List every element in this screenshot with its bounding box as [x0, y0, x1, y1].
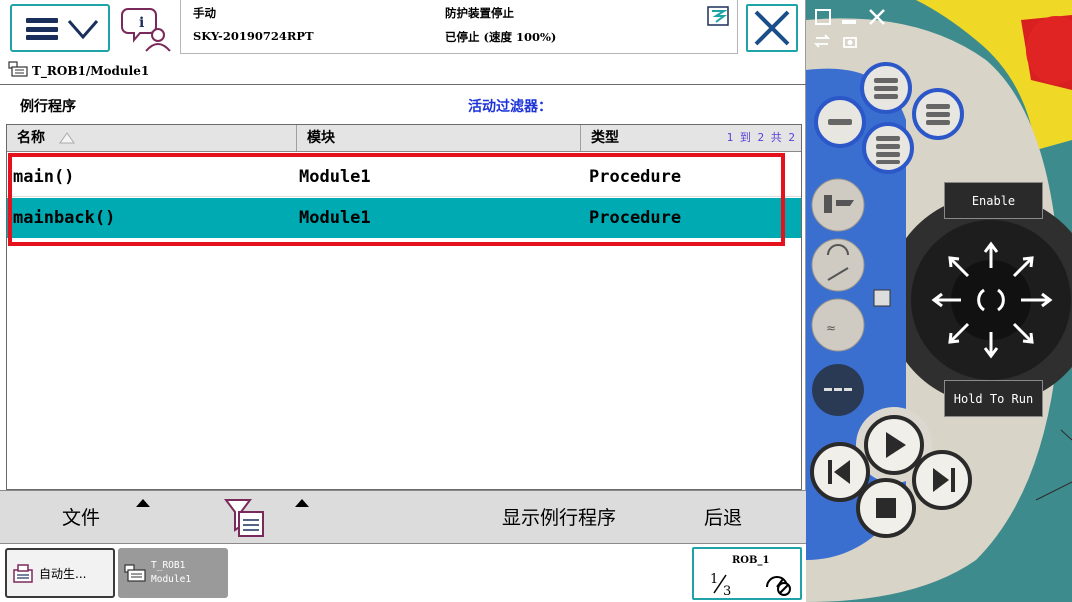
increment-one-third-icon: 1 3	[710, 572, 731, 597]
active-filter-label: 活动过滤器：	[468, 99, 552, 115]
program-key-3-icon	[912, 88, 964, 140]
program-key-1-icon	[860, 62, 912, 114]
program-editor-icon	[124, 564, 146, 582]
flexpendant-hardware-panel: ≈	[806, 0, 1072, 602]
system-name: SKY-20190724RPT	[193, 29, 314, 43]
run-mode-icon	[766, 576, 791, 596]
safety-status: 防护装置停止	[445, 6, 514, 20]
hamburger-menu-icon	[26, 18, 58, 40]
sort-ascending-icon	[58, 132, 75, 144]
module-path: T_ROB1/Module1	[32, 64, 150, 78]
program-key-4-icon	[862, 122, 914, 174]
menu-up-arrow-icon	[295, 499, 309, 507]
minimize-icon	[842, 20, 856, 24]
flexpendant-screen: i 手动 SKY-20190724RPT 防护装置停止 已停止 (速度 100%…	[0, 0, 806, 602]
routine-type: Procedure	[589, 167, 682, 187]
file-menu-button[interactable]: 文件	[62, 503, 100, 530]
toggle-motion-mode-icon	[811, 238, 865, 292]
taskbar-item-autoconfig[interactable]: 自动生...	[5, 548, 115, 598]
show-routine-button[interactable]: 显示例行程序	[502, 503, 616, 530]
row-count: 1 到 2 共 2	[726, 131, 795, 144]
motor-status: 已停止 (速度 100%)	[445, 30, 557, 44]
swap-icon	[814, 34, 831, 48]
operating-mode: 手动	[193, 6, 216, 20]
program-status-icon	[707, 6, 729, 26]
window-controls[interactable]	[814, 6, 904, 50]
routine-name: main()	[13, 167, 75, 187]
breadcrumb: T_ROB1/Module1	[0, 57, 806, 85]
abb-menu-button[interactable]	[10, 4, 110, 52]
hold-to-run-button[interactable]: Hold To Run	[944, 380, 1043, 417]
routine-module: Module1	[299, 167, 371, 187]
filter-icon[interactable]	[224, 496, 266, 538]
maximize-icon	[815, 9, 831, 25]
svg-text:≈: ≈	[826, 321, 836, 335]
toggle-increment-icon	[811, 298, 865, 352]
routine-name: mainback()	[13, 208, 116, 228]
table-row[interactable]: main() Module1 Procedure	[7, 157, 801, 197]
program-key-2-icon	[814, 96, 866, 148]
mechanical-unit-label: ROB_1	[732, 555, 770, 566]
chevron-down-icon	[67, 20, 99, 40]
application-icon	[13, 564, 33, 583]
table-row-selected[interactable]: mainback() Module1 Procedure	[7, 198, 801, 238]
status-bar[interactable]: 手动 SKY-20190724RPT 防护装置停止 已停止 (速度 100%)	[180, 0, 738, 54]
routine-table: 名称 模块 类型 1 到 2 共 2 main() Module1 Proced…	[6, 124, 802, 490]
taskbar-item-program-editor[interactable]: T_ROB1 Module1	[118, 548, 228, 598]
quickset-button[interactable]: ROB_1 1 3	[692, 547, 802, 600]
routine-module: Module1	[299, 208, 371, 228]
close-icon	[754, 10, 790, 46]
column-header-module[interactable]: 模块	[297, 125, 581, 151]
page-title: 例行程序	[20, 99, 76, 115]
taskbar: 自动生... T_ROB1 Module1 ROB_1 1 3	[0, 543, 806, 602]
enable-button[interactable]: Enable	[944, 182, 1043, 219]
program-editor-icon	[8, 61, 28, 77]
svg-text:i: i	[139, 15, 144, 31]
column-header-name[interactable]: 名称	[7, 125, 297, 151]
svg-text:1: 1	[710, 572, 718, 587]
routine-type: Procedure	[589, 208, 682, 228]
table-header: 名称 模块 类型 1 到 2 共 2	[7, 125, 801, 152]
command-bar: 文件 显示例行程序 后退	[0, 490, 806, 543]
close-button[interactable]	[746, 4, 798, 52]
hardware-buttons-illustration: ≈	[806, 0, 1072, 602]
back-button[interactable]: 后退	[704, 503, 742, 530]
svg-text:3: 3	[723, 584, 731, 597]
menu-up-arrow-icon	[136, 499, 150, 507]
event-log-icon[interactable]: i	[120, 5, 174, 53]
